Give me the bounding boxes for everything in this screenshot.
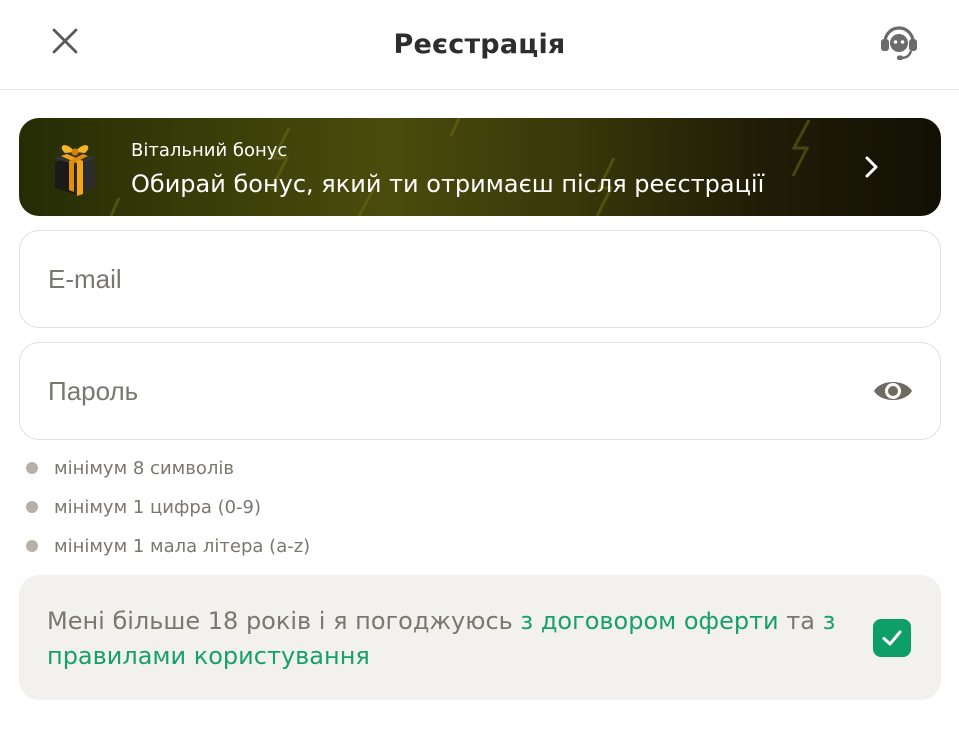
password-rules: мінімум 8 символів мінімум 1 цифра (0-9)…: [26, 458, 310, 575]
email-field[interactable]: [19, 230, 941, 328]
terms-agreement: Мені більше 18 років і я погоджуюсь з до…: [19, 575, 941, 700]
offer-contract-link[interactable]: з договором оферти: [520, 607, 778, 635]
agreement-checkbox[interactable]: [873, 619, 911, 657]
password-rule: мінімум 1 мала літера (a-z): [26, 536, 310, 575]
password-rule: мінімум 1 цифра (0-9): [26, 497, 310, 536]
password-visibility-toggle[interactable]: [872, 375, 914, 407]
agreement-text-start: Мені більше 18 років і я погоджуюсь: [47, 607, 521, 635]
banner-decoration: [109, 118, 811, 216]
rule-text: мінімум 8 символів: [54, 458, 234, 479]
page-title: Реєстрація: [393, 29, 566, 60]
bullet: [26, 501, 38, 513]
header: Реєстрація: [0, 0, 959, 90]
close-icon[interactable]: [52, 28, 78, 54]
bullet: [26, 462, 38, 474]
rule-text: мінімум 1 цифра (0-9): [54, 497, 262, 518]
chevron-right-icon[interactable]: [859, 155, 883, 179]
headset-icon[interactable]: [878, 20, 920, 62]
gift-icon: [53, 145, 97, 196]
bonus-label: Вітальний бонус: [131, 140, 288, 161]
close-button[interactable]: [46, 22, 84, 60]
agreement-text: Мені більше 18 років і я погоджуюсь з до…: [47, 604, 867, 674]
rule-text: мінімум 1 мала літера (a-z): [54, 536, 311, 557]
checkmark-icon: [882, 630, 902, 646]
support-button[interactable]: [877, 19, 921, 63]
agreement-text-middle: та: [778, 607, 823, 635]
bullet: [26, 540, 38, 552]
eye-icon[interactable]: [873, 377, 913, 405]
registration-page: Реєстрація Вітальний бонус Обирай бонус,…: [0, 0, 959, 732]
bonus-description: Обирай бонус, який ти отримаєш після реє…: [131, 170, 765, 198]
password-rule: мінімум 8 символів: [26, 458, 310, 497]
password-input[interactable]: [48, 343, 848, 439]
email-input[interactable]: [48, 231, 848, 327]
password-field[interactable]: [19, 342, 941, 440]
welcome-bonus-banner[interactable]: Вітальний бонус Обирай бонус, який ти от…: [19, 118, 941, 216]
